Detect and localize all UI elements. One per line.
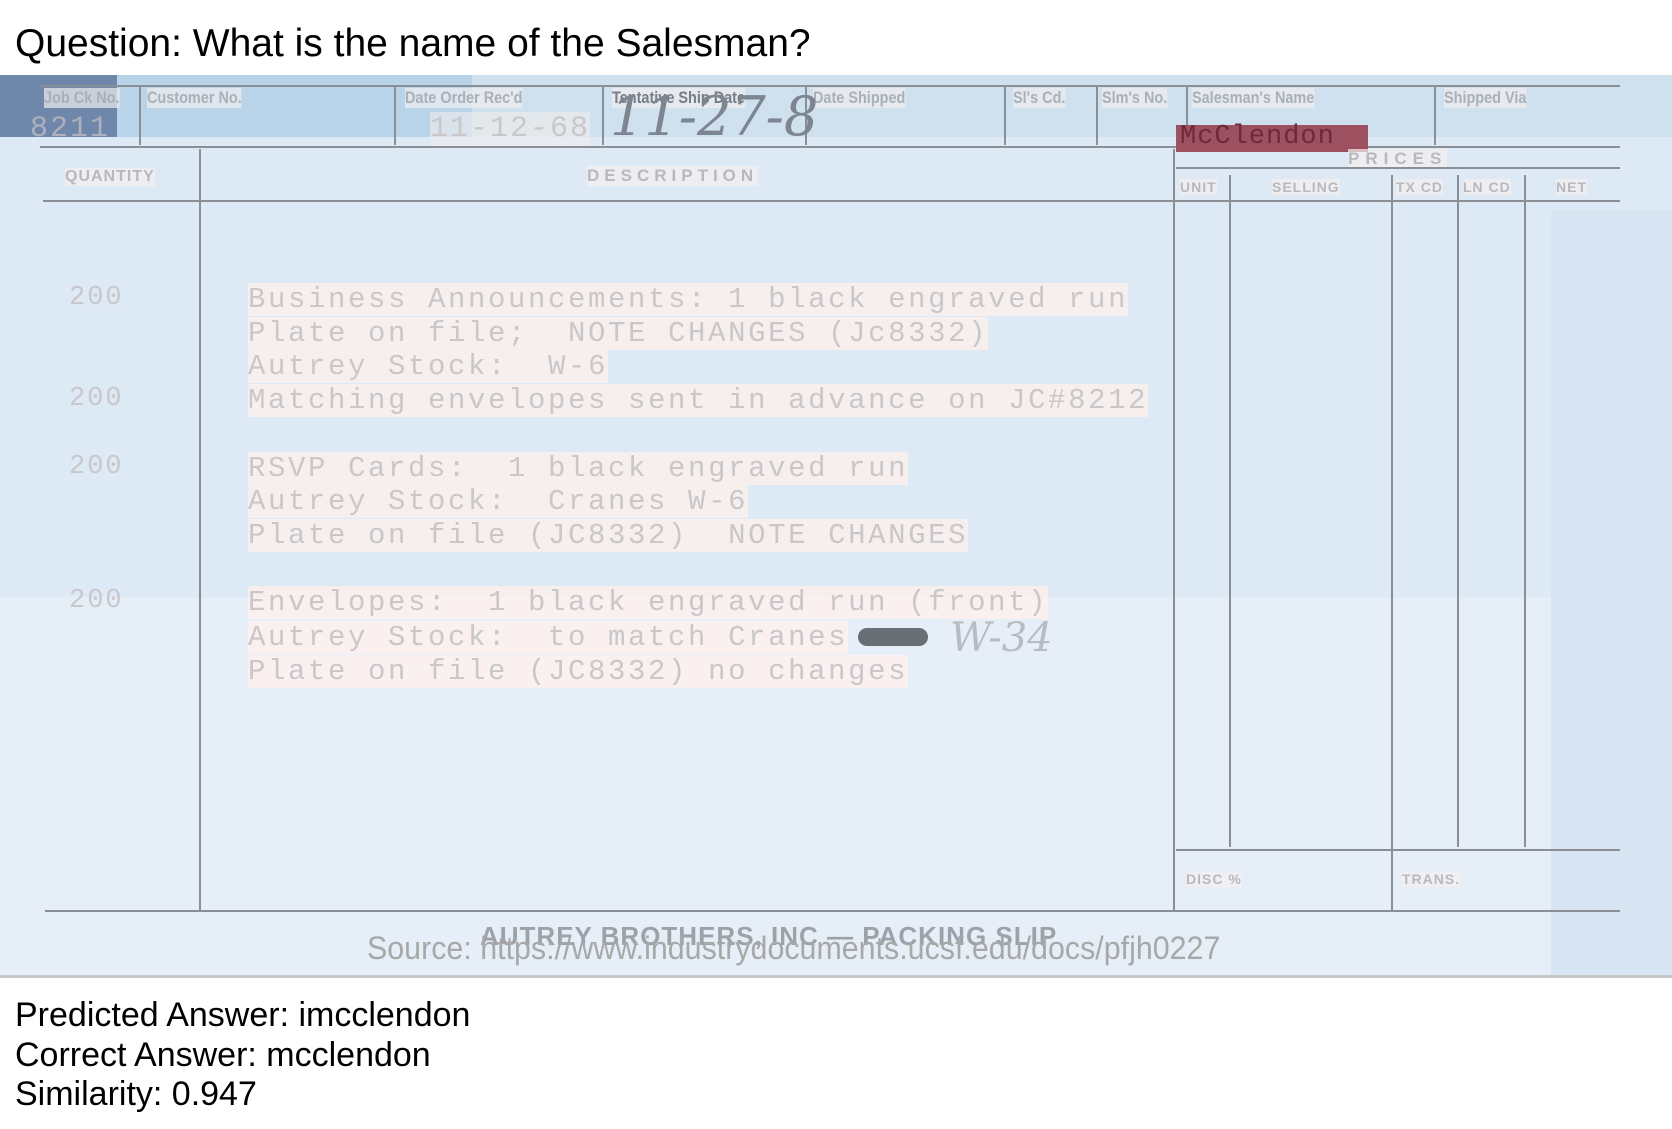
divider [0,975,1672,978]
source-link: Source: https://www.industrydocuments.uc… [367,930,1221,966]
item-qty: 200 [69,586,124,616]
ship-date-handwritten: 11-27-8 [610,85,819,148]
scribble-mark [858,628,928,646]
slms-no-label: Slm's No. [1102,88,1168,108]
item-line: Plate on file (JC8332) no changes [248,655,909,688]
tx-cd-header: TX CD [1396,179,1443,195]
item-line: RSVP Cards: 1 black engraved run [248,452,909,485]
similarity-score: Similarity: 0.947 [15,1075,257,1113]
item-line: Plate on file; NOTE CHANGES (Jc8332) [248,317,989,350]
unit-header: UNIT [1180,179,1217,195]
item-line: Matching envelopes sent in advance on JC… [248,384,1149,417]
correct-answer: Correct Answer: mcclendon [15,1036,431,1074]
description-header: DESCRIPTION [587,166,759,186]
packing-slip-document: Job Ck No. Customer No. Date Order Rec'd… [0,75,1672,975]
handwritten-note: W-34 [950,615,1053,661]
sls-cd-label: Sl's Cd. [1013,88,1066,108]
job-ck-no-label: Job Ck No. [44,88,120,108]
selling-header: SELLING [1272,179,1340,195]
net-header: NET [1556,179,1587,195]
salesman-name-label: Salesman's Name [1192,88,1315,108]
item-line: Autrey Stock: W-6 [248,350,609,383]
trans-label: TRANS. [1402,871,1461,887]
disc-label: DISC % [1186,871,1242,887]
customer-no-label: Customer No. [147,88,242,108]
item-line: Envelopes: 1 black engraved run (front) [248,586,1049,619]
quantity-header: QUANTITY [65,168,155,186]
date-shipped-label: Date Shipped [813,88,906,108]
prices-header: PRICES [1348,149,1448,169]
date-order-value: 11-12-68 [430,112,591,146]
salesman-name-value: McClendon [1180,122,1335,152]
predicted-answer: Predicted Answer: imcclendon [15,996,471,1034]
question-text: Question: What is the name of the Salesm… [15,22,811,65]
item-line: Plate on file (JC8332) NOTE CHANGES [248,519,969,552]
item-line: Autrey Stock: Cranes W-6 [248,485,749,518]
item-line: Autrey Stock: to match Cranes [248,621,849,654]
item-qty: 200 [69,384,124,414]
salesman-name-highlight: McClendon [1176,122,1368,152]
item-line: Business Announcements: 1 black engraved… [248,283,1129,316]
item-qty: 200 [69,452,124,482]
date-order-label: Date Order Rec'd [405,88,523,108]
job-number-value: 8211 [30,112,111,146]
item-qty: 200 [69,283,124,313]
ln-cd-header: LN CD [1463,179,1511,195]
shipped-via-label: Shipped Via [1444,88,1527,108]
